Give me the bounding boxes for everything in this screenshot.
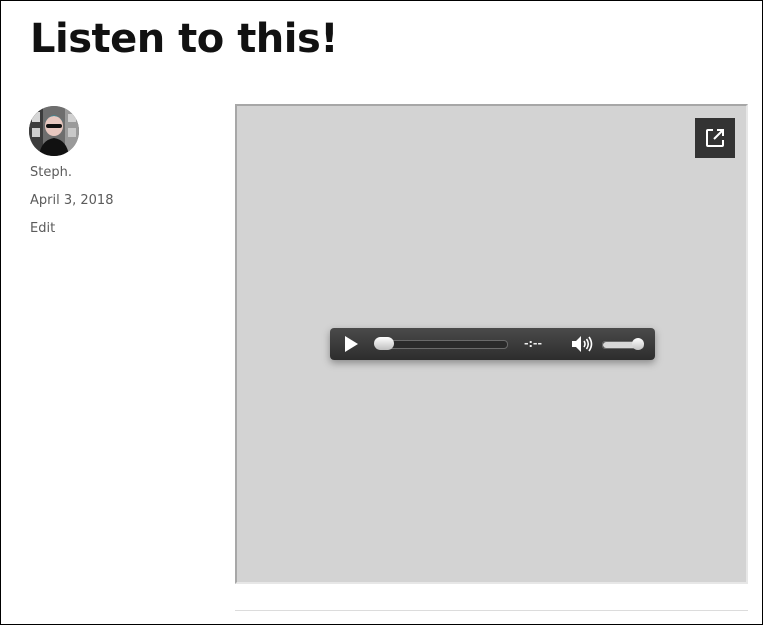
progress-track[interactable]	[375, 340, 508, 349]
volume-thumb[interactable]	[632, 338, 644, 350]
progress-thumb[interactable]	[374, 337, 394, 350]
edit-link[interactable]: Edit	[30, 220, 55, 238]
audio-controls: -:--	[330, 328, 655, 360]
post-date[interactable]: April 3, 2018	[30, 192, 113, 210]
post-author[interactable]: Steph.	[30, 164, 72, 182]
external-link-icon	[706, 129, 724, 147]
media-player-area[interactable]: -:--	[235, 104, 748, 584]
avatar-image	[29, 106, 79, 156]
popout-button[interactable]	[695, 118, 735, 158]
time-display: -:--	[523, 337, 543, 350]
page-title: Listen to this!	[30, 16, 339, 62]
author-avatar[interactable]	[29, 106, 79, 156]
content-divider	[235, 610, 748, 611]
speaker-volume-icon[interactable]	[570, 334, 594, 354]
play-icon[interactable]	[342, 335, 360, 353]
